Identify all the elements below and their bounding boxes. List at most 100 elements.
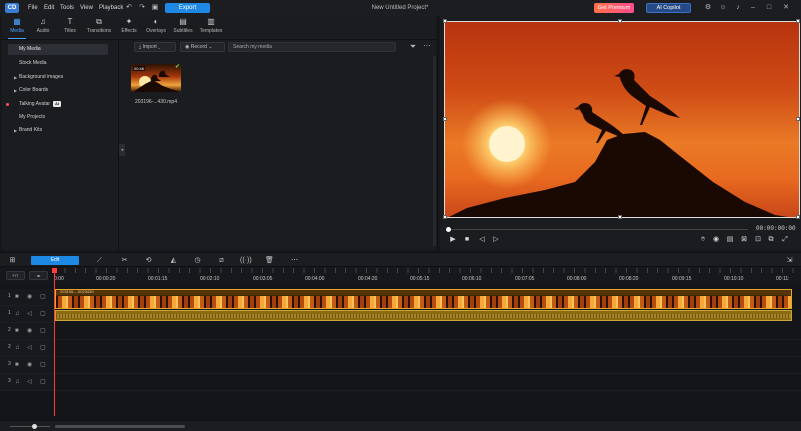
tab-transitions[interactable]: ⧉ Transitions [86, 16, 112, 38]
undock-icon[interactable]: ⧉ [766, 235, 776, 245]
playhead[interactable] [54, 268, 55, 416]
mute-icon[interactable]: ◁ [27, 310, 32, 318]
snapshot-icon[interactable]: ⌾ [698, 235, 708, 245]
magic-tools-icon[interactable]: ⟋ [94, 255, 105, 266]
sidebar-item-brand-kits[interactable]: ▶ Brand Kits [8, 125, 108, 136]
safe-zone-icon[interactable]: ⊡ [753, 235, 763, 245]
sidebar-item-my-media[interactable]: My Media [8, 44, 108, 55]
menu-file[interactable]: File [28, 3, 38, 13]
sidebar-item-color-boards[interactable]: ▶ Color Boards [8, 85, 108, 96]
lock-icon[interactable]: ▢ [40, 361, 46, 369]
tab-titles[interactable]: T Titles [57, 16, 83, 38]
track-row[interactable] [54, 340, 801, 357]
timeline-horizontal-scrollbar[interactable] [55, 425, 185, 428]
fullscreen-icon[interactable]: ⤢ [780, 235, 790, 245]
mute-icon[interactable]: ◁ [27, 378, 32, 386]
menu-view[interactable]: View [80, 3, 93, 13]
preview-video[interactable] [444, 21, 800, 218]
tab-audio[interactable]: ♫ Audio [30, 16, 56, 38]
speed-icon[interactable]: ◷ [192, 255, 203, 266]
audio-clip[interactable] [55, 310, 792, 321]
display-quality-icon[interactable]: ▤ [725, 235, 735, 245]
maximize-icon[interactable]: □ [764, 3, 774, 13]
stop-icon[interactable]: ■ [462, 235, 472, 245]
account-icon[interactable]: ☺ [718, 3, 728, 13]
more-tools-icon[interactable]: ⋯ [289, 255, 300, 266]
track-row[interactable] [54, 374, 801, 391]
import-dropdown[interactable]: ⤓ Import ⌄ [134, 42, 176, 52]
timeline-ruler[interactable]: 0:00 00:00:20 00:01:15 00:02:10 00:03:05… [54, 268, 801, 284]
crop-icon[interactable]: ⧄ [216, 255, 227, 266]
sidebar-item-talking-avatar[interactable]: Talking Avatar AI [6, 99, 108, 110]
sidebar-item-background-images[interactable]: ▶ Background images [8, 72, 108, 83]
sidebar-item-my-projects[interactable]: My Projects [8, 112, 108, 123]
save-icon[interactable]: ▣ [150, 3, 160, 13]
menu-edit[interactable]: Edit [44, 3, 54, 13]
track-row[interactable] [54, 357, 801, 374]
link-icon[interactable]: ⟲ [143, 255, 154, 266]
visibility-icon[interactable]: ◉ [27, 327, 32, 335]
record-voice-icon[interactable]: ◉ [711, 235, 721, 245]
timeline-settings-icon[interactable]: ⊞ [7, 255, 18, 266]
export-button[interactable]: Export [165, 3, 210, 13]
sidebar-item-stock-media[interactable]: Stock Media [8, 58, 108, 69]
zoom-slider-knob[interactable] [32, 424, 37, 429]
lock-icon[interactable]: ▢ [40, 378, 46, 386]
get-premium-button[interactable]: Get Premium [594, 3, 634, 13]
resize-handle[interactable] [443, 19, 447, 23]
tab-overlays[interactable]: ◐ Overlays [143, 16, 169, 38]
resize-handle[interactable] [796, 117, 800, 121]
close-icon[interactable]: ✕ [781, 3, 791, 13]
notification-icon[interactable]: ♪ [733, 3, 743, 13]
fit-timeline-button[interactable]: FIT [6, 271, 25, 280]
ai-copilot-button[interactable]: AI Copilot [646, 3, 691, 13]
next-frame-icon[interactable]: ▷ [491, 235, 501, 245]
redo-icon[interactable]: ↷ [137, 3, 147, 13]
lock-icon[interactable]: ▢ [40, 327, 46, 335]
zoom-toggle-button[interactable]: ◂▸ [29, 271, 48, 280]
split-icon[interactable]: ✂ [119, 255, 130, 266]
resize-handle[interactable] [443, 215, 447, 219]
settings-icon[interactable]: ⚙ [703, 3, 713, 13]
minimize-icon[interactable]: – [748, 3, 758, 13]
tab-effects[interactable]: ✦ Effects [116, 16, 142, 38]
lock-icon[interactable]: ▢ [40, 293, 46, 301]
audio-sync-icon[interactable]: ((·)) [240, 255, 252, 266]
record-dropdown[interactable]: ◉ Record ⌄ [180, 42, 225, 52]
visibility-icon[interactable]: ◉ [27, 361, 32, 369]
resize-handle[interactable] [796, 215, 800, 219]
resize-handle[interactable] [618, 215, 622, 219]
lock-icon[interactable]: ▢ [40, 310, 46, 318]
media-thumbnail[interactable]: 00:46 ✔ [131, 64, 181, 92]
resize-handle[interactable] [618, 19, 622, 23]
track-header-video-3: 3 ■ ◉ ▢ [0, 357, 54, 374]
delete-icon[interactable]: 🗑 [264, 255, 275, 266]
edit-button[interactable]: Edit [31, 256, 79, 265]
mute-icon[interactable]: ◁ [27, 344, 32, 352]
video-clip[interactable]: 203196-...0023430 [55, 289, 792, 309]
menu-playback[interactable]: Playback [99, 3, 123, 13]
search-input[interactable]: Search my media [228, 42, 396, 52]
collapse-sidebar-handle[interactable]: ◂ [119, 144, 125, 156]
undo-icon[interactable]: ↶ [124, 3, 134, 13]
resize-handle[interactable] [443, 117, 447, 121]
tab-templates[interactable]: ▥ Templates [198, 16, 224, 38]
menu-tools[interactable]: Tools [60, 3, 74, 13]
playback-scrubber[interactable] [446, 227, 451, 232]
filter-icon[interactable]: ⏷ [408, 41, 418, 53]
previous-frame-icon[interactable]: ◁ [477, 235, 487, 245]
tab-subtitles[interactable]: ▤ Subtitles [170, 16, 196, 38]
subtitle-toggle-icon[interactable]: ⊠ [739, 235, 749, 245]
lock-icon[interactable]: ▢ [40, 344, 46, 352]
flip-icon[interactable]: ◭ [168, 255, 179, 266]
playback-progress-bar[interactable] [448, 229, 748, 230]
timeline-options-icon[interactable]: ⇲ [784, 255, 795, 266]
play-icon[interactable]: ▶ [448, 235, 458, 245]
resize-handle[interactable] [796, 19, 800, 23]
timeline-zoom-slider[interactable] [10, 426, 50, 427]
track-row[interactable] [54, 323, 801, 340]
more-options-icon[interactable]: ⋯ [422, 41, 432, 53]
tab-media[interactable]: ▦ Media [4, 16, 30, 38]
visibility-icon[interactable]: ◉ [27, 293, 32, 301]
library-scrollbar[interactable] [433, 56, 436, 246]
